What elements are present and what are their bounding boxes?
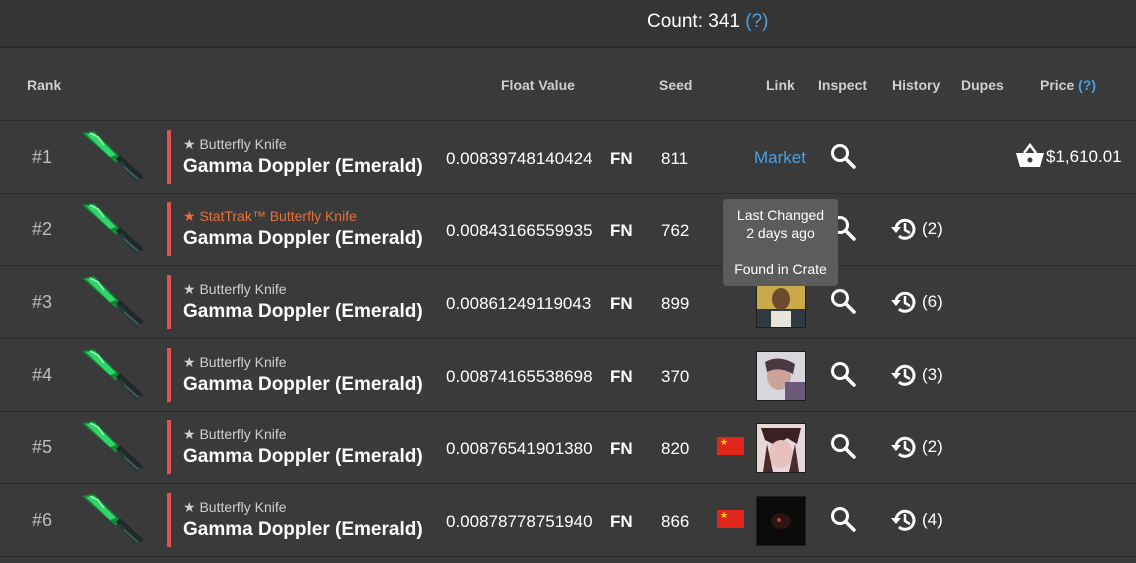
- wear-badge: FN: [610, 294, 633, 313]
- tooltip-line: Last Changed: [736, 207, 825, 223]
- item-name: Gamma Doppler (Emerald): [183, 228, 423, 249]
- wear-badge: FN: [610, 149, 633, 168]
- table-row: #1 ★ Butterfly Knife Gamma Doppler (Emer…: [0, 121, 1136, 194]
- float-value: 0.00878778751940: [446, 512, 593, 531]
- column-float-value[interactable]: Float Value: [501, 77, 575, 93]
- price-value: $1,610.01: [1046, 147, 1122, 166]
- seed-value: 866: [661, 512, 690, 531]
- search-icon[interactable]: [830, 143, 856, 169]
- wear-badge: FN: [610, 439, 633, 458]
- basket-icon[interactable]: [1015, 143, 1045, 169]
- row-rank: #2: [32, 219, 53, 239]
- butterfly-knife-icon: [80, 274, 148, 330]
- butterfly-knife-icon: [80, 129, 148, 185]
- column-inspect: Inspect: [818, 77, 868, 93]
- item-name: Gamma Doppler (Emerald): [183, 301, 423, 322]
- butterfly-knife-icon: [80, 492, 148, 548]
- table-row: #5 ★ Butterfly Knife Gamma Doppler (Emer…: [0, 411, 1136, 484]
- column-rank[interactable]: Rank: [27, 77, 61, 93]
- item-type: ★ Butterfly Knife: [183, 136, 287, 152]
- item-name: Gamma Doppler (Emerald): [183, 374, 423, 395]
- history-count[interactable]: (4): [922, 510, 943, 530]
- item-type: ★ Butterfly Knife: [183, 281, 287, 297]
- table-row: #3 ★ Butterfly Knife Gamma Doppler (Emer…: [0, 266, 1136, 339]
- history-icon[interactable]: [890, 215, 918, 243]
- row-rank: #4: [32, 365, 53, 385]
- top-bar: Count: 341 (?): [0, 0, 1136, 48]
- column-price[interactable]: Price (?): [1040, 77, 1096, 93]
- history-icon[interactable]: [890, 288, 918, 316]
- row-rank: #5: [32, 437, 53, 457]
- item-type: ★ Butterfly Knife: [183, 499, 287, 515]
- wear-badge: FN: [610, 221, 633, 240]
- table-row: #2 ★ StatTrak™ Butterfly Knife Gamma Dop…: [0, 193, 1136, 266]
- seed-value: 899: [661, 294, 690, 313]
- market-link[interactable]: Market: [754, 148, 806, 168]
- butterfly-knife-icon: [80, 347, 148, 403]
- owner-avatar[interactable]: [756, 423, 806, 473]
- column-seed[interactable]: Seed: [659, 77, 692, 93]
- owner-avatar[interactable]: [756, 351, 806, 401]
- butterfly-knife-icon: [80, 201, 148, 257]
- float-value: 0.00874165538698: [446, 367, 593, 386]
- seed-value: 762: [661, 221, 690, 240]
- history-count[interactable]: (6): [922, 292, 943, 312]
- table-row: #6 ★ Butterfly Knife Gamma Doppler (Emer…: [0, 484, 1136, 557]
- column-price-label: Price: [1040, 77, 1075, 93]
- search-icon[interactable]: [830, 361, 856, 387]
- seed-value: 370: [661, 367, 690, 386]
- float-value: 0.00839748140424: [446, 149, 593, 168]
- row-rank: #3: [32, 292, 53, 312]
- rarity-bar: [167, 275, 171, 329]
- count-help-link[interactable]: (?): [745, 11, 768, 32]
- history-icon[interactable]: [890, 433, 918, 461]
- row-rank: #1: [32, 147, 53, 167]
- item-name: Gamma Doppler (Emerald): [183, 446, 423, 467]
- wear-badge: FN: [610, 367, 633, 386]
- tooltip-line: 2 days ago: [746, 225, 815, 241]
- rarity-bar: [167, 202, 171, 256]
- china-flag-icon: ★: [717, 510, 744, 528]
- item-name: Gamma Doppler (Emerald): [183, 156, 423, 177]
- item-type: ★ Butterfly Knife: [183, 426, 287, 442]
- search-icon[interactable]: [830, 506, 856, 532]
- float-value: 0.00861249119043: [446, 294, 592, 313]
- rarity-bar: [167, 130, 171, 184]
- history-count[interactable]: (3): [922, 365, 943, 385]
- history-icon[interactable]: [890, 506, 918, 534]
- item-name: Gamma Doppler (Emerald): [183, 519, 423, 540]
- owner-avatar[interactable]: [756, 496, 806, 546]
- wear-badge: FN: [610, 512, 633, 531]
- table-header: Rank Float Value Seed Link Inspect Histo…: [0, 48, 1136, 121]
- search-icon[interactable]: [830, 433, 856, 459]
- count-label: Count: 341: [647, 11, 740, 32]
- seed-value: 820: [661, 439, 690, 458]
- price-help-link[interactable]: (?): [1078, 77, 1096, 93]
- butterfly-knife-icon: [80, 419, 148, 475]
- rarity-bar: [167, 420, 171, 474]
- history-count[interactable]: (2): [922, 437, 943, 457]
- float-value: 0.00876541901380: [446, 439, 593, 458]
- result-count: Count: 341 (?): [647, 11, 768, 33]
- tooltip-line: Found in Crate: [734, 261, 827, 277]
- column-link: Link: [766, 77, 795, 93]
- rarity-bar: [167, 493, 171, 547]
- item-type: ★ StatTrak™ Butterfly Knife: [183, 208, 357, 224]
- history-count[interactable]: (2): [922, 219, 943, 239]
- china-flag-icon: ★: [717, 437, 744, 455]
- column-history: History: [892, 77, 941, 93]
- float-value: 0.00843166559935: [446, 221, 593, 240]
- row-rank: #6: [32, 510, 53, 530]
- column-dupes: Dupes: [961, 77, 1004, 93]
- item-type: ★ Butterfly Knife: [183, 354, 287, 370]
- history-icon[interactable]: [890, 361, 918, 389]
- search-icon[interactable]: [830, 288, 856, 314]
- seed-value: 811: [661, 149, 689, 168]
- table-row: #4 ★ Butterfly Knife Gamma Doppler (Emer…: [0, 339, 1136, 412]
- rarity-bar: [167, 348, 171, 402]
- tooltip: Last Changed 2 days ago Found in Crate: [723, 199, 838, 286]
